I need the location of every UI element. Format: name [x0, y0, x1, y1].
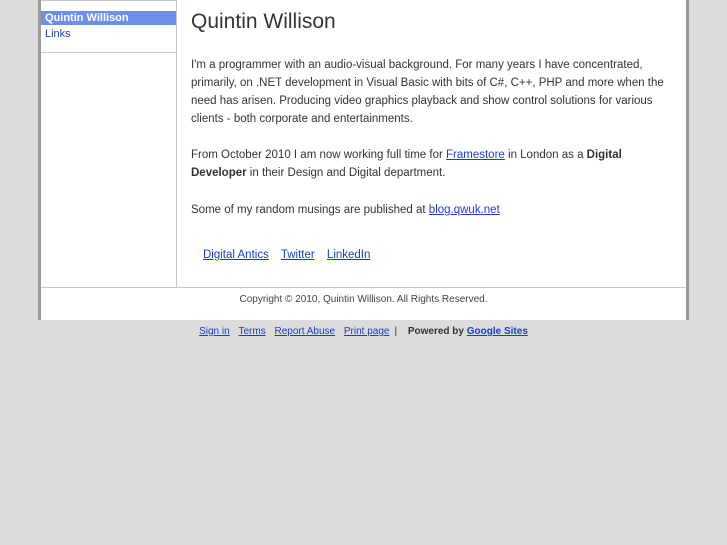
sidebar: Quintin Willison Links [41, 0, 177, 287]
social-links-row: Digital Antics Twitter LinkedIn [203, 246, 379, 264]
page-container: Quintin Willison Links Quintin Willison … [38, 0, 689, 320]
sidebar-divider [41, 52, 176, 53]
sidebar-item-links[interactable]: Links [41, 27, 176, 41]
intro-paragraph: I'm a programmer with an audio-visual ba… [191, 59, 664, 125]
print-page-link[interactable]: Print page [344, 326, 390, 337]
report-abuse-link[interactable]: Report Abuse [274, 326, 335, 337]
framestore-link[interactable]: Framestore [446, 149, 505, 161]
blog-paragraph: Some of my random musings are published … [191, 201, 669, 219]
blog-link[interactable]: blog.qwuk.net [429, 204, 500, 216]
employment-text-after: in their Design and Digital department. [246, 167, 446, 179]
copyright-text: Copyright © 2010, Quintin Willison. All … [239, 294, 488, 305]
powered-by-text: Powered by [407, 326, 464, 337]
sidebar-top-border [41, 0, 177, 1]
blog-text-before: Some of my random musings are published … [191, 204, 429, 216]
google-sites-link[interactable]: Google Sites [467, 326, 528, 337]
employment-paragraph: From October 2010 I am now working full … [191, 146, 669, 182]
footer-divider [41, 287, 686, 288]
linkedin-link[interactable]: LinkedIn [327, 249, 370, 261]
page-title: Quintin Willison [191, 10, 336, 33]
employment-text-before: From October 2010 I am now working full … [191, 149, 447, 161]
terms-link[interactable]: Terms [238, 326, 265, 337]
sidebar-item-quintin-willison[interactable]: Quintin Willison [41, 11, 176, 25]
footer-separator: | [394, 326, 398, 337]
digital-antics-link[interactable]: Digital Antics [203, 249, 269, 261]
employment-text-middle: in London as a [504, 149, 587, 161]
sign-in-link[interactable]: Sign in [199, 326, 230, 337]
site-footer: Sign in Terms Report Abuse Print page | P… [0, 326, 727, 337]
twitter-link[interactable]: Twitter [281, 249, 315, 261]
